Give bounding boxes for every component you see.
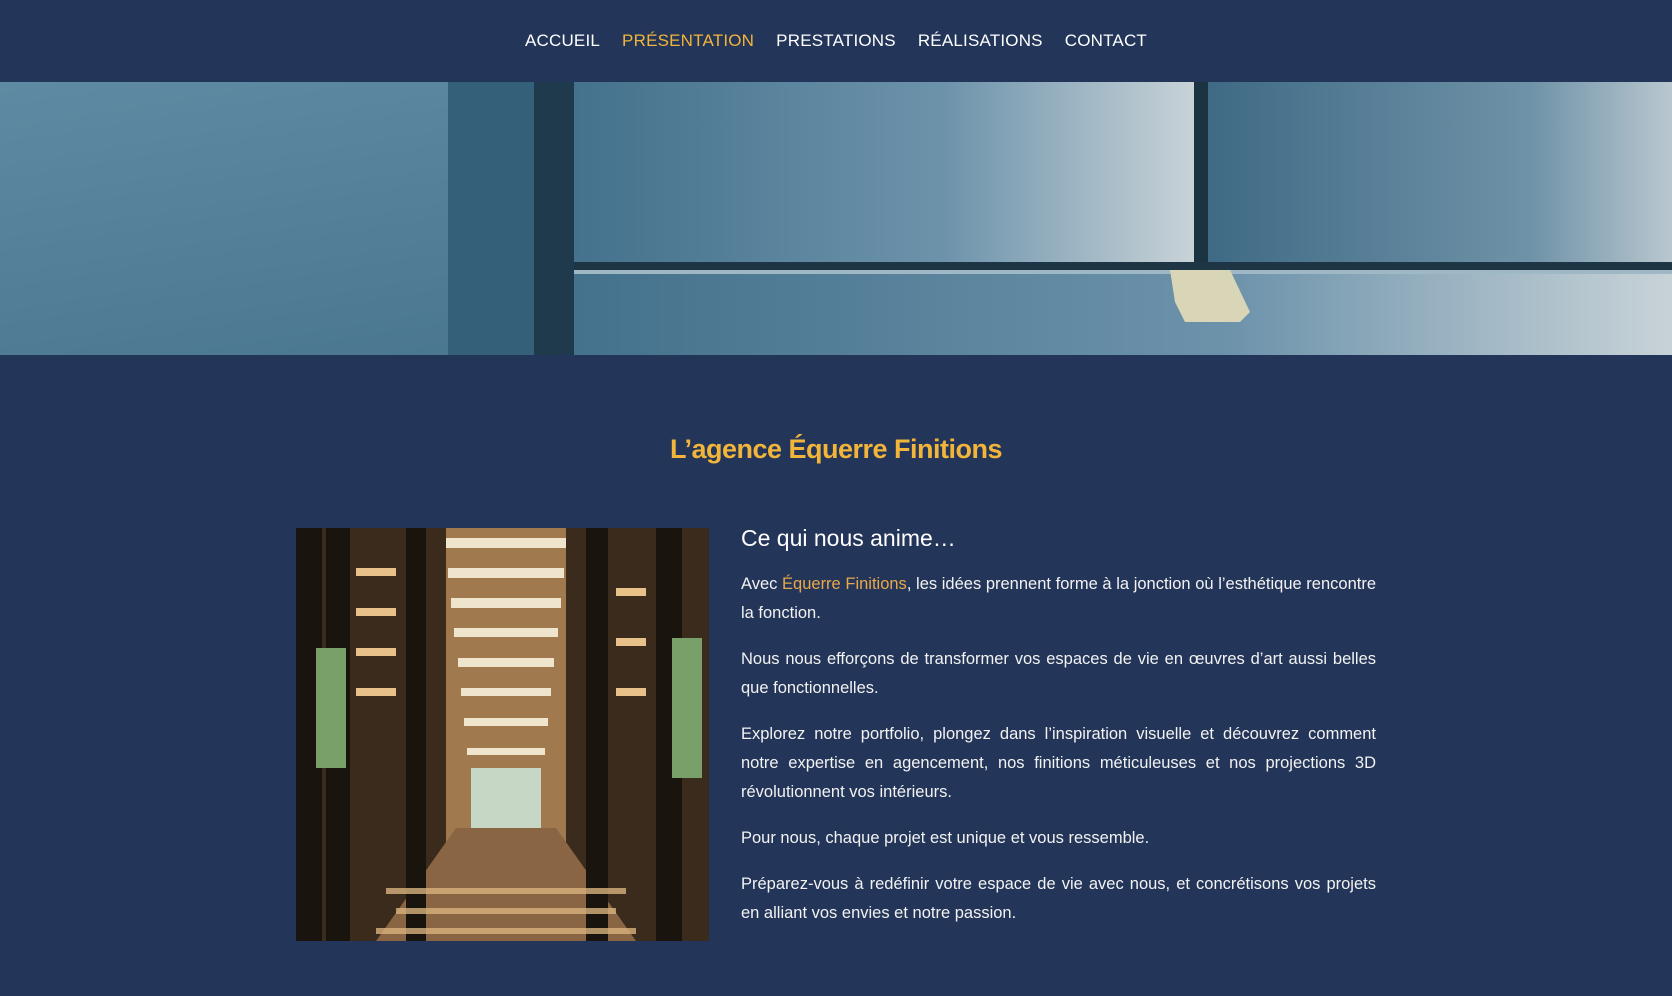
intro-paragraph: Avec Équerre Finitions, les idées prenne… xyxy=(741,570,1376,628)
about-text: Ce qui nous anime… Avec Équerre Finition… xyxy=(741,525,1376,945)
wooden-corridor-photo xyxy=(296,528,709,941)
nav-item-contact[interactable]: CONTACT xyxy=(1065,31,1147,51)
nav-item-accueil[interactable]: ACCUEIL xyxy=(525,31,600,51)
paragraph: Explorez notre portfolio, plongez dans l… xyxy=(741,725,1376,801)
intro-before-text: Avec xyxy=(741,575,783,593)
paragraph: Préparez-vous à redéfinir votre espace d… xyxy=(741,875,1376,922)
brand-name: Équerre Finitions xyxy=(782,575,907,593)
paragraph: Nous nous efforçons de transformer vos e… xyxy=(741,650,1376,697)
section-subtitle: Ce qui nous anime… xyxy=(741,525,956,551)
paragraph: Pour nous, chaque projet est unique et v… xyxy=(741,829,1150,847)
nav-item-realisations[interactable]: RÉALISATIONS xyxy=(918,31,1043,51)
page-title: L’agence Équerre Finitions xyxy=(669,434,1003,464)
hero-banner-image xyxy=(0,82,1672,355)
nav-item-prestations[interactable]: PRESTATIONS xyxy=(776,31,896,51)
main-nav: ACCUEIL PRÉSENTATION PRESTATIONS RÉALISA… xyxy=(0,0,1672,82)
nav-item-presentation[interactable]: PRÉSENTATION xyxy=(622,31,754,51)
